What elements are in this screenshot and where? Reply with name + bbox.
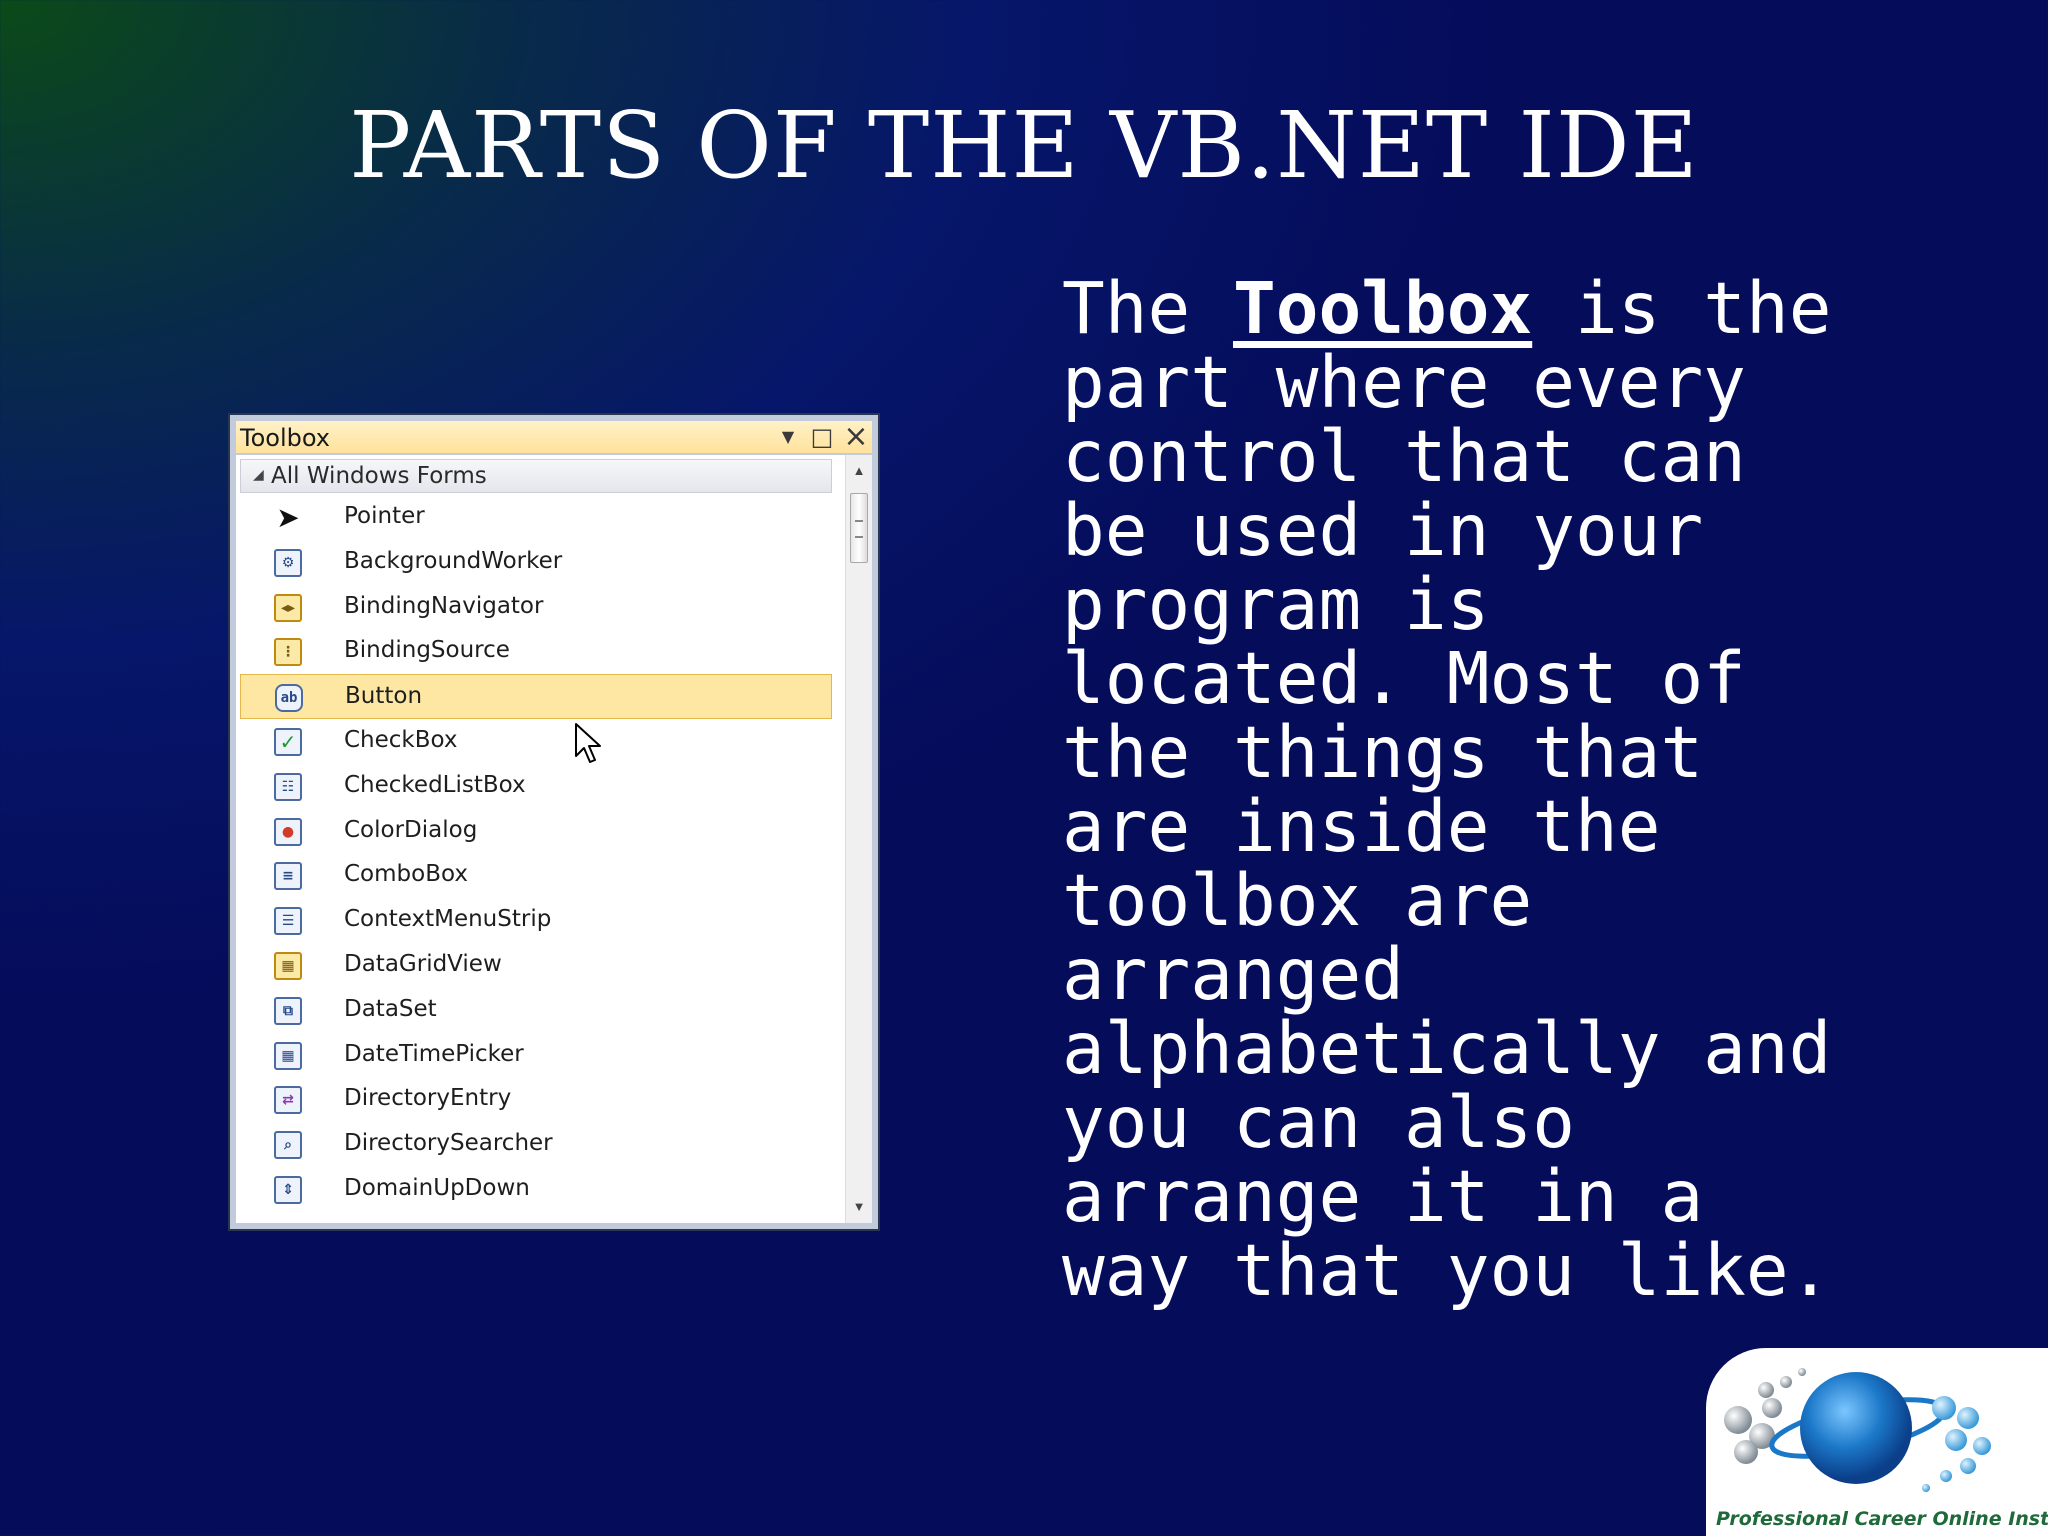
toolbox-item-backgroundworker[interactable]: ⚙ BackgroundWorker <box>240 540 832 585</box>
toolbox-item-directorysearcher[interactable]: ⌕ DirectorySearcher <box>240 1122 832 1167</box>
toolbox-window: Toolbox ▼ □ × ◢ All Windows Forms ➤ Poin… <box>228 413 880 1231</box>
toolbox-item-domainupdown[interactable]: ⇕ DomainUpDown <box>240 1167 832 1212</box>
collapse-triangle-icon[interactable]: ◢ <box>253 467 264 483</box>
body-prefix: The <box>1062 267 1233 350</box>
data-grid-view-icon: ▦ <box>274 951 302 980</box>
button-icon: ab <box>275 684 303 713</box>
toolbox-item-bindingsource[interactable]: ⋮ BindingSource <box>240 629 832 674</box>
toolbox-item-colordialog[interactable]: ● ColorDialog <box>240 809 832 854</box>
institute-logo: Professional Career Online Institute <box>1706 1348 2048 1536</box>
toolbox-item-label: BackgroundWorker <box>344 547 563 574</box>
body-keyword-toolbox: Toolbox <box>1232 267 1533 350</box>
directory-searcher-icon: ⌕ <box>274 1131 302 1160</box>
toolbox-item-directoryentry[interactable]: ⇄ DirectoryEntry <box>240 1077 832 1122</box>
combobox-icon: ≡ <box>274 862 302 891</box>
toolbox-item-label: BindingNavigator <box>344 592 544 619</box>
toolbox-item-contextmenustrip[interactable]: ☰ ContextMenuStrip <box>240 898 832 943</box>
context-menu-strip-icon: ☰ <box>274 907 302 936</box>
toolbox-item-label: CheckBox <box>344 726 458 753</box>
date-time-picker-icon: ▦ <box>274 1041 302 1070</box>
toolbox-item-label: DataGridView <box>344 950 502 977</box>
toolbox-item-label: CheckedListBox <box>344 771 526 798</box>
toolbox-titlebar[interactable]: Toolbox ▼ □ × <box>236 421 872 453</box>
toolbox-item-label: DirectoryEntry <box>344 1085 512 1112</box>
toolbox-item-button[interactable]: ab Button <box>240 674 832 719</box>
pointer-icon: ➤ <box>276 501 300 534</box>
dataset-icon: ⧉ <box>274 996 302 1025</box>
group-label: All Windows Forms <box>271 463 487 489</box>
group-header-all-windows-forms[interactable]: ◢ All Windows Forms <box>240 459 832 493</box>
logo-text: Professional Career Online Institute <box>1716 1508 2048 1530</box>
domain-up-down-icon: ⇕ <box>274 1175 302 1204</box>
toolbox-item-label: ColorDialog <box>344 816 478 843</box>
toolbox-item-checkbox[interactable]: ✓ CheckBox <box>240 719 832 764</box>
toolbox-item-label: DirectorySearcher <box>344 1130 553 1157</box>
close-icon[interactable]: × <box>842 422 870 452</box>
toolbox-item-label: DateTimePicker <box>344 1040 524 1067</box>
toolbox-item-label: DomainUpDown <box>344 1174 530 1201</box>
slide-body-text: The Toolbox is the part where every cont… <box>1062 272 2042 1308</box>
directory-entry-icon: ⇄ <box>274 1086 302 1115</box>
toolbox-content: ◢ All Windows Forms ➤ Pointer ⚙ Backgrou… <box>236 455 872 1223</box>
toolbox-item-label: ContextMenuStrip <box>344 906 552 933</box>
toolbox-item-combobox[interactable]: ≡ ComboBox <box>240 853 832 898</box>
toolbox-item-datetimepicker[interactable]: ▦ DateTimePicker <box>240 1033 832 1078</box>
toolbox-item-label: Button <box>345 683 423 710</box>
toolbox-item-label: ComboBox <box>344 861 468 888</box>
binding-source-icon: ⋮ <box>274 638 302 667</box>
vertical-scrollbar[interactable]: ▲ ▼ <box>845 455 872 1223</box>
toolbox-item-label: Pointer <box>344 503 425 529</box>
toolbox-item-bindingnavigator[interactable]: ◂▸ BindingNavigator <box>240 585 832 630</box>
binding-navigator-icon: ◂▸ <box>274 593 302 622</box>
toolbox-title: Toolbox <box>240 424 330 452</box>
globe-logo-icon <box>1724 1368 1991 1492</box>
scroll-up-icon[interactable]: ▲ <box>846 463 872 479</box>
checked-list-box-icon: ☷ <box>274 772 302 801</box>
toolbox-item-dataset[interactable]: ⧉ DataSet <box>240 988 832 1033</box>
toolbox-item-label: DataSet <box>344 995 437 1022</box>
slide-title: PARTS OF THE VB.NET IDE <box>349 92 1699 199</box>
toolbox-item-datagridview[interactable]: ▦ DataGridView <box>240 943 832 988</box>
scrollbar-thumb[interactable] <box>850 493 868 563</box>
checkbox-icon: ✓ <box>274 727 302 756</box>
mouse-cursor-icon <box>575 723 601 763</box>
scroll-down-icon[interactable]: ▼ <box>846 1199 872 1215</box>
toolbox-item-list: ➤ Pointer ⚙ BackgroundWorker ◂▸ BindingN… <box>240 495 832 1212</box>
color-dialog-icon: ● <box>274 817 302 846</box>
toolbox-item-label: BindingSource <box>344 637 510 664</box>
toolbox-item-checkedlistbox[interactable]: ☷ CheckedListBox <box>240 764 832 809</box>
dropdown-icon[interactable]: ▼ <box>774 423 802 451</box>
background-worker-icon: ⚙ <box>274 548 302 577</box>
toolbox-item-pointer[interactable]: ➤ Pointer <box>240 495 832 540</box>
body-suffix: is the part where every control that can… <box>1062 267 1832 1312</box>
maximize-icon[interactable]: □ <box>808 423 836 451</box>
